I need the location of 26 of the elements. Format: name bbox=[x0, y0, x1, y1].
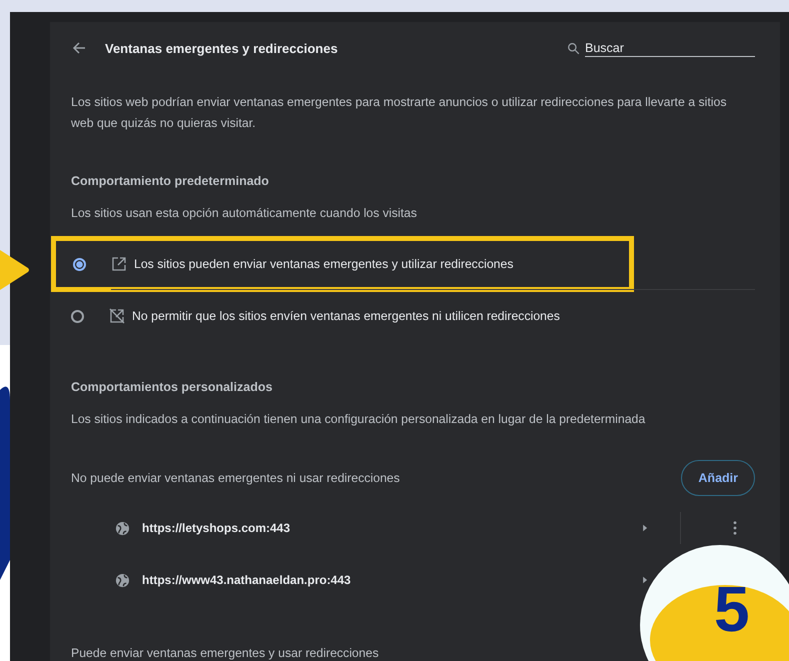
expand-arrow-icon[interactable] bbox=[643, 524, 648, 532]
site-url[interactable]: https://www43.nathanaeldan.pro:443 bbox=[142, 573, 351, 587]
more-options-icon[interactable] bbox=[733, 521, 737, 535]
add-button[interactable]: Añadir bbox=[681, 460, 755, 496]
section-description: Los sitios indicados a continuación tienen una configuración personalizada en lugar de la predeterminada bbox=[71, 412, 646, 426]
search-field[interactable]: Buscar bbox=[585, 40, 755, 56]
search-icon bbox=[567, 42, 580, 54]
open-window-icon bbox=[111, 256, 127, 272]
radio-button[interactable] bbox=[71, 310, 84, 322]
pointer-arrow-icon bbox=[0, 250, 30, 290]
blocked-window-icon bbox=[109, 308, 125, 324]
list-label: Puede enviar ventanas emergentes y usar redirecciones bbox=[71, 646, 380, 660]
section-heading: Comportamientos personalizados bbox=[71, 380, 274, 394]
section-heading: Comportamiento predeterminado bbox=[71, 174, 270, 188]
back-arrow-icon[interactable] bbox=[71, 40, 87, 56]
option-label: No permitir que los sitios envíen ventanas emergentes ni utilicen redirecciones bbox=[132, 309, 560, 323]
expand-arrow-icon[interactable] bbox=[643, 576, 648, 584]
list-label: No puede enviar ventanas emergentes ni usar redirecciones bbox=[71, 471, 400, 485]
intro-text: Los sitios web podrían enviar ventanas emergentes para mostrarte anuncios o utilizar redirecciones para llevarte a sitios web que quizás no quieras visitar. bbox=[71, 94, 728, 132]
globe-icon bbox=[115, 572, 130, 588]
site-url[interactable]: https://letyshops.com:443 bbox=[142, 521, 290, 535]
radio-button[interactable] bbox=[73, 258, 86, 270]
page-title: Ventanas emergentes y redirecciones bbox=[105, 40, 339, 56]
option-label: Los sitios pueden enviar ventanas emergentes y utilizar redirecciones bbox=[134, 257, 514, 271]
globe-icon bbox=[115, 520, 130, 536]
section-description: Los sitios usan esta opción automáticamente cuando los visitas bbox=[71, 206, 418, 220]
